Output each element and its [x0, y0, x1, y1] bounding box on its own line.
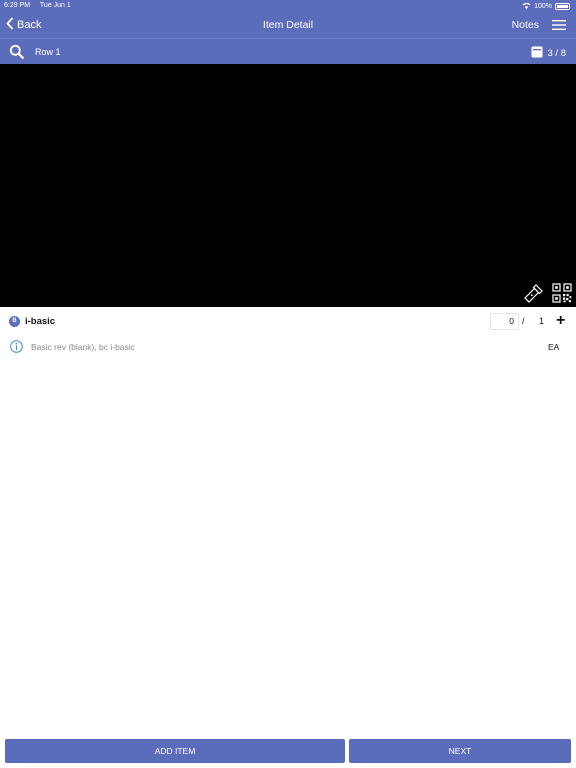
quantity-input[interactable]: 0 — [490, 313, 519, 330]
box-icon — [531, 46, 543, 61]
status-bar: 6:29 PM Tue Jun 1 100% — [0, 0, 576, 12]
add-item-button[interactable]: ADD ITEM — [5, 739, 345, 763]
row-label: Row 1 — [35, 47, 61, 57]
quantity-separator: / — [522, 316, 525, 326]
camera-preview[interactable] — [0, 64, 576, 307]
qr-code-icon[interactable] — [552, 283, 572, 308]
status-time: 6:29 PM — [4, 2, 31, 9]
wifi-icon — [522, 2, 531, 11]
search-icon[interactable] — [9, 44, 25, 65]
page-title: Item Detail — [262, 19, 314, 31]
item-type-badge: B — [9, 316, 20, 327]
quantity-total: 1 — [539, 316, 545, 326]
notes-button[interactable]: Notes — [512, 19, 539, 31]
nav-bar: Back Item Detail Notes — [0, 12, 576, 38]
item-description: Basic rev (blank), bc i-basic — [31, 342, 135, 352]
item-row: B i-basic 0 / 1 + — [0, 310, 576, 334]
battery-percent: 100% — [534, 3, 552, 10]
flashlight-icon[interactable] — [524, 283, 544, 308]
item-unit: EA — [548, 342, 560, 352]
page-indicator: 3 / 8 — [531, 46, 567, 61]
battery-icon — [555, 3, 570, 10]
item-name: i-basic — [25, 316, 56, 327]
status-date: Tue Jun 1 — [39, 2, 71, 9]
next-button[interactable]: NEXT — [349, 739, 571, 763]
page-indicator-text: 3 / 8 — [547, 48, 567, 59]
item-info-row: Basic rev (blank), bc i-basic EA — [0, 338, 576, 356]
sub-toolbar: Row 1 3 / 8 — [0, 38, 576, 64]
info-icon[interactable] — [10, 340, 23, 358]
menu-icon[interactable] — [552, 18, 566, 36]
increment-button[interactable]: + — [556, 312, 565, 330]
